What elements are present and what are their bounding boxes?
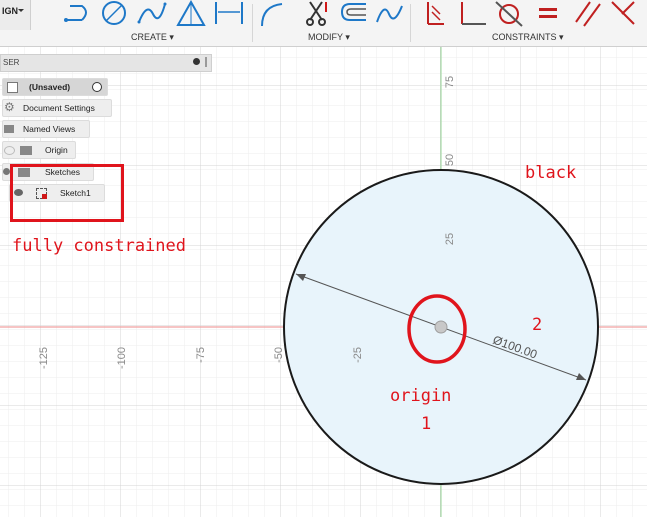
- browser-item-label: Document Settings: [23, 103, 95, 113]
- browser-item-named-views[interactable]: Named Views: [2, 120, 90, 138]
- browser-item-label: Named Views: [23, 124, 76, 134]
- modify-menu[interactable]: MODIFY ▾: [308, 32, 350, 43]
- toolbar: IGN CREATE ▾ MODIFY ▾ CONSTRAINTS ▾: [0, 0, 647, 47]
- workspace-label: IGN: [2, 6, 19, 16]
- equal-constraint-icon[interactable]: [536, 0, 560, 28]
- folder-icon: [4, 125, 14, 133]
- browser-item-label: Origin: [45, 145, 68, 155]
- collapse-panel-icon[interactable]: [193, 58, 200, 65]
- sketch-curve-icon[interactable]: [374, 0, 404, 28]
- browser-root[interactable]: (Unsaved): [2, 78, 108, 96]
- y-tick-label: 75: [444, 76, 456, 88]
- collinear-constraint-icon[interactable]: [608, 0, 638, 28]
- trim-scissors-icon[interactable]: [302, 0, 332, 28]
- annotation-black: black: [525, 163, 577, 183]
- component-icon: [7, 82, 18, 93]
- activate-radio-icon[interactable]: [92, 82, 102, 92]
- browser-title: SER: [3, 58, 20, 67]
- annotation-fully-constrained: fully constrained: [12, 236, 186, 256]
- polygon-tool-icon[interactable]: [174, 0, 208, 28]
- browser-item-document-settings[interactable]: ⚙ Document Settings: [2, 99, 112, 117]
- y-tick-label: 25: [444, 233, 456, 245]
- pin-panel-icon[interactable]: [205, 57, 207, 67]
- parallel-constraint-icon[interactable]: [572, 0, 602, 28]
- expand-toggle-icon[interactable]: [3, 168, 10, 175]
- fix-constraint-icon[interactable]: [424, 0, 448, 28]
- highlight-box-sketch1: [10, 164, 124, 222]
- offset-tool-icon[interactable]: [338, 0, 370, 28]
- highlight-circle-origin: [407, 294, 467, 364]
- perpendicular-constraint-icon[interactable]: [458, 0, 490, 28]
- workspace-menu[interactable]: IGN: [0, 0, 31, 30]
- browser-header: SER: [0, 54, 212, 72]
- tangent-constraint-icon[interactable]: [494, 0, 524, 28]
- folder-icon: [20, 146, 32, 155]
- root-label: (Unsaved): [29, 82, 71, 92]
- gear-icon: ⚙: [4, 100, 15, 114]
- create-menu[interactable]: CREATE ▾: [131, 32, 174, 43]
- circle-tool-icon[interactable]: [97, 0, 131, 28]
- hidden-eye-icon[interactable]: [4, 146, 15, 155]
- spline-tool-icon[interactable]: [135, 0, 169, 28]
- browser-item-origin[interactable]: Origin: [2, 141, 76, 159]
- annotation-number-1: 1: [421, 414, 432, 434]
- toolbar-separator: [252, 4, 253, 42]
- x-tick-label: -75: [195, 347, 207, 363]
- dimension-tool-icon[interactable]: [212, 0, 246, 28]
- x-tick-label: -100: [116, 347, 128, 369]
- chevron-down-icon: [18, 9, 24, 12]
- constraints-menu[interactable]: CONSTRAINTS ▾: [492, 32, 564, 43]
- x-tick-label: -50: [273, 347, 285, 363]
- y-tick-label: 50: [444, 154, 456, 166]
- line-tool-icon[interactable]: [60, 0, 94, 28]
- annotation-origin: origin: [390, 386, 452, 406]
- x-tick-label: -25: [352, 347, 364, 363]
- fillet-tool-icon[interactable]: [258, 0, 288, 28]
- toolbar-separator: [410, 4, 411, 42]
- annotation-number-2: 2: [532, 315, 543, 335]
- x-tick-label: -125: [38, 347, 50, 369]
